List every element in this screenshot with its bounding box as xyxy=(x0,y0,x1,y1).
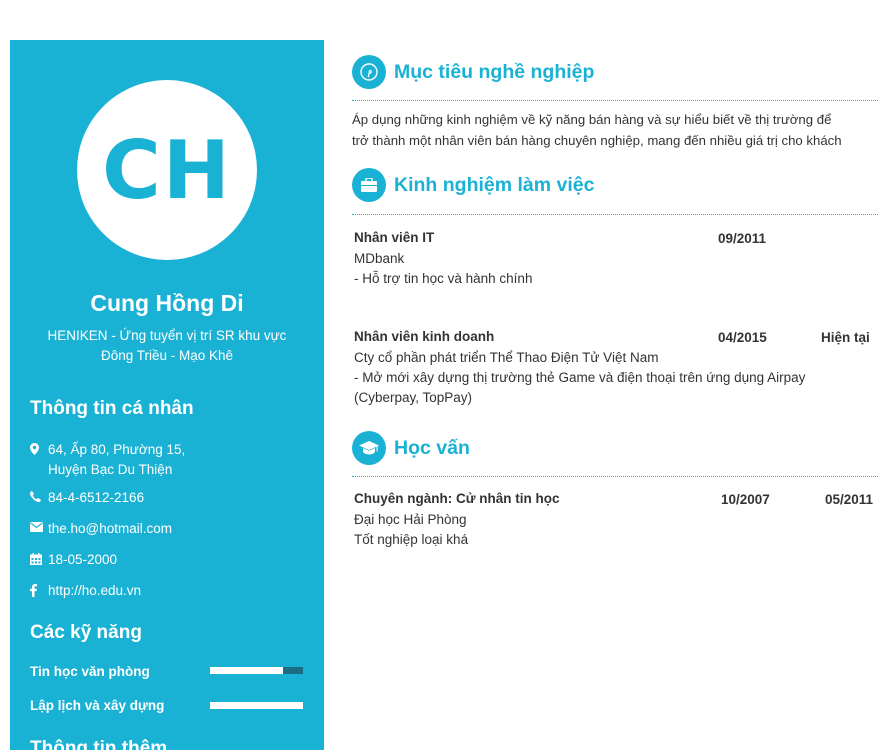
calendar-icon xyxy=(30,550,48,565)
subtitle-line-1: HENIKEN - Ứng tuyển vị trí SR khu vực xyxy=(47,328,287,343)
address-line-1: 64, Ấp 80, Phường 15, xyxy=(48,442,186,457)
job-company: Cty cổ phần phát triển Thể Thao Điện Tử … xyxy=(354,350,659,365)
education-major: Chuyên ngành: Cử nhân tin học xyxy=(354,491,560,506)
objective-text: Áp dụng những kinh nghiệm về kỹ năng bán… xyxy=(352,109,878,151)
job-start-date: 04/2015 xyxy=(718,330,767,345)
skill-bar-office xyxy=(210,667,303,674)
education-end-date: 05/2011 xyxy=(825,492,874,507)
website-row: http://ho.edu.vn xyxy=(30,581,141,601)
pinterest-icon xyxy=(352,55,386,89)
job-description: - Hỗ trợ tin học và hành chính xyxy=(354,271,533,286)
sidebar: CH Cung Hồng Di HENIKEN - Ứng tuyển vị t… xyxy=(10,40,324,750)
objective-divider xyxy=(352,100,878,101)
email-address: the.ho@hotmail.com xyxy=(48,521,173,536)
job-position: Nhân viên IT xyxy=(354,230,435,245)
objective-line-1: Áp dụng những kinh nghiệm về kỹ năng bán… xyxy=(352,112,832,127)
candidate-name: Cung Hồng Di xyxy=(90,290,244,316)
education-title: Học vấn xyxy=(394,436,470,459)
objective-title: Mục tiêu nghề nghiệp xyxy=(394,60,595,83)
website-link[interactable]: http://ho.edu.vn xyxy=(48,581,141,601)
graduation-cap-icon xyxy=(352,431,386,465)
envelope-icon xyxy=(30,519,48,532)
education-header: Học vấn xyxy=(352,431,470,465)
phone-icon xyxy=(30,488,48,502)
avatar-initials: CH xyxy=(102,123,232,217)
job-description-cont: (Cyberpay, TopPay) xyxy=(354,390,473,405)
skill-label-scheduling: Lập lịch và xây dựng xyxy=(30,698,165,713)
address-line-2: Huyện Bạc Du Thiện xyxy=(48,462,173,477)
phone-row: 84-4-6512-2166 xyxy=(30,488,144,508)
objective-line-2: trở thành một nhân viên bán hàng chuyên … xyxy=(352,133,842,148)
facebook-icon xyxy=(30,581,48,597)
skills-heading: Các kỹ năng xyxy=(30,622,142,643)
experience-title: Kinh nghiệm làm việc xyxy=(394,173,595,196)
objective-header: Mục tiêu nghề nghiệp xyxy=(352,55,594,89)
subtitle-line-2: Đông Triều - Mạo Khê xyxy=(100,348,234,363)
education-school: Đại học Hải Phòng xyxy=(354,512,467,527)
job-start-date: 09/2011 xyxy=(718,231,767,246)
job-company: MDbank xyxy=(354,251,405,266)
job-position: Nhân viên kinh doanh xyxy=(354,329,495,344)
skill-label-office: Tin học văn phòng xyxy=(30,664,150,679)
education-start-date: 10/2007 xyxy=(721,492,770,507)
education-grade: Tốt nghiệp loại khá xyxy=(354,532,469,547)
birth-date: 18-05-2000 xyxy=(48,552,118,567)
candidate-subtitle: HENIKEN - Ứng tuyển vị trí SR khu vực Đô… xyxy=(30,326,304,366)
skill-fill-office xyxy=(210,667,283,674)
skill-bar-scheduling xyxy=(210,702,303,709)
job-description: - Mở mới xây dựng thị trường thẻ Game và… xyxy=(354,370,806,385)
experience-header: Kinh nghiệm làm việc xyxy=(352,168,594,202)
personal-info-heading: Thông tin cá nhân xyxy=(30,398,194,419)
email-row: the.ho@hotmail.com xyxy=(30,519,172,539)
education-divider xyxy=(352,476,878,477)
phone-number: 84-4-6512-2166 xyxy=(48,490,145,505)
skill-fill-scheduling xyxy=(210,702,303,709)
extra-info-heading: Thông tin thêm xyxy=(30,738,168,750)
avatar: CH xyxy=(77,80,257,260)
experience-divider xyxy=(352,214,878,215)
map-pin-icon xyxy=(30,440,48,455)
job-end-date: Hiện tại xyxy=(821,330,870,345)
briefcase-icon xyxy=(352,168,386,202)
birthday-row: 18-05-2000 xyxy=(30,550,117,570)
address-row: 64, Ấp 80, Phường 15, Huyện Bạc Du Thiện xyxy=(30,440,185,480)
